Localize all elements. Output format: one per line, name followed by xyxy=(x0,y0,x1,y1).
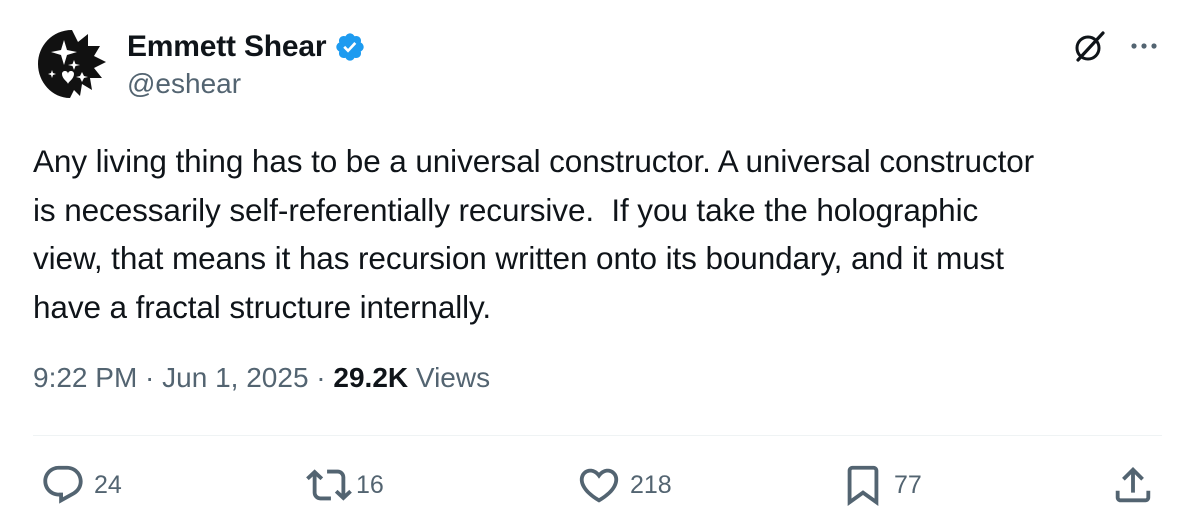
divider xyxy=(33,435,1162,436)
tweet-text: Any living thing has to be a universal c… xyxy=(33,143,1035,325)
views-count[interactable]: 29.2K xyxy=(333,362,408,394)
bookmark-count: 77 xyxy=(894,470,922,499)
more-icon[interactable] xyxy=(1126,28,1162,64)
retweet-icon xyxy=(306,462,352,508)
author-name-row: Emmett Shear xyxy=(127,27,366,67)
tweet-card: Emmett Shear @eshear Any living thing ha… xyxy=(0,0,1188,528)
like-count: 218 xyxy=(630,470,672,499)
meta-separator: · xyxy=(308,362,334,393)
reply-count: 24 xyxy=(94,470,122,499)
author-handle[interactable]: @eshear xyxy=(127,68,241,100)
avatar[interactable] xyxy=(34,26,110,102)
verified-badge-icon[interactable] xyxy=(334,31,366,63)
tweet-date[interactable]: Jun 1, 2025 xyxy=(162,362,308,394)
bookmark-button[interactable]: 77 xyxy=(840,460,922,510)
retweet-button[interactable]: 16 xyxy=(306,460,384,510)
retweet-count: 16 xyxy=(356,470,384,499)
share-button[interactable] xyxy=(1110,460,1156,510)
share-icon xyxy=(1110,462,1156,508)
reply-icon xyxy=(40,462,86,508)
action-bar: 24 16 218 77 xyxy=(0,460,1188,510)
reply-button[interactable]: 24 xyxy=(40,460,122,510)
tweet-meta: 9:22 PM · Jun 1, 2025 · 29.2K Views xyxy=(33,362,490,394)
heart-icon xyxy=(576,462,622,508)
like-button[interactable]: 218 xyxy=(576,460,672,510)
grok-icon[interactable] xyxy=(1072,28,1108,64)
views-label[interactable]: Views xyxy=(408,362,490,394)
bookmark-icon xyxy=(840,462,886,508)
tweet-time[interactable]: 9:22 PM xyxy=(33,362,137,394)
author-display-name[interactable]: Emmett Shear xyxy=(127,30,327,64)
meta-separator: · xyxy=(137,362,163,393)
